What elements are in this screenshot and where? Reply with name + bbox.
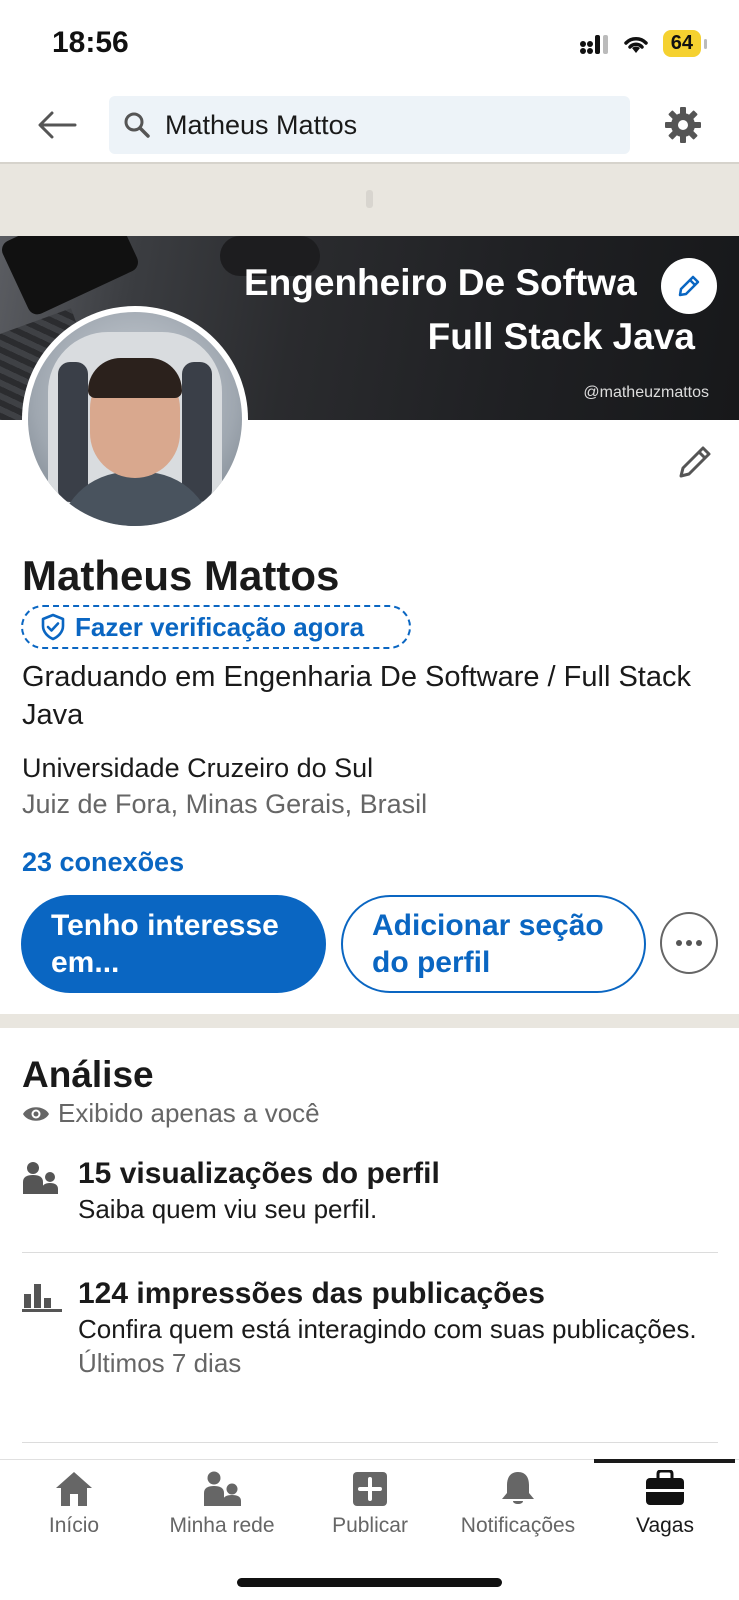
- profile-location: Juiz de Fora, Minas Gerais, Brasil: [22, 789, 428, 819]
- impressions-period: Últimos 7 dias: [78, 1348, 242, 1378]
- more-options-button[interactable]: [660, 912, 718, 974]
- verify-label: Fazer verificação agora: [75, 611, 365, 642]
- pencil-icon: [679, 446, 711, 478]
- profile-education: Universidade Cruzeiro do Sul: [22, 753, 374, 783]
- nav-item-network[interactable]: Minha rede: [148, 1470, 296, 1556]
- search-icon: [124, 112, 150, 138]
- pencil-icon: [678, 275, 700, 297]
- network-icon: [204, 1471, 241, 1506]
- analytics-item-impressions[interactable]: 124 impressões das publicações Confira q…: [22, 1276, 718, 1380]
- analytics-private-note: Exibido apenas a você: [22, 1098, 320, 1129]
- nav-item-jobs[interactable]: Vagas: [591, 1470, 739, 1556]
- cellular-signal-icon: [579, 34, 608, 54]
- eye-icon: [23, 1106, 49, 1121]
- home-indicator: [237, 1578, 502, 1587]
- status-time: 18:56: [52, 26, 129, 59]
- status-bar: 18:56 64: [0, 0, 739, 88]
- shield-check-icon: [41, 613, 65, 641]
- top-header: [0, 88, 739, 164]
- profile-views-title: 15 visualizações do perfil: [78, 1157, 440, 1190]
- nav-label: Início: [48, 1514, 100, 1537]
- people-icon: [23, 1162, 58, 1194]
- nav-label: Vagas: [636, 1514, 694, 1537]
- home-icon: [56, 1472, 92, 1506]
- gear-icon: [665, 107, 701, 143]
- battery-indicator: 64: [662, 30, 708, 57]
- nav-label: Notificações: [460, 1514, 576, 1537]
- add-profile-section-button[interactable]: Adicionar seção do perfil: [341, 895, 646, 993]
- section-divider: [0, 1014, 739, 1028]
- settings-button[interactable]: [661, 103, 705, 147]
- back-arrow-icon: [38, 111, 77, 139]
- search-box[interactable]: [109, 96, 630, 154]
- divider: [22, 1252, 718, 1253]
- impressions-title: 124 impressões das publicações: [78, 1277, 545, 1310]
- edit-banner-button[interactable]: [661, 258, 717, 314]
- profile-views-subtitle: Saiba quem viu seu perfil.: [78, 1194, 378, 1224]
- banner-title-line1: Engenheiro De Softwa: [244, 262, 637, 303]
- analytics-item-profile-views[interactable]: 15 visualizações do perfil Saiba quem vi…: [22, 1156, 718, 1226]
- nav-active-indicator: [594, 1459, 735, 1463]
- nav-label: Publicar: [332, 1514, 408, 1537]
- private-note-text: Exibido apenas a você: [58, 1098, 320, 1128]
- back-button[interactable]: [34, 102, 80, 148]
- more-dots-icon: [676, 940, 702, 946]
- impressions-subtitle: Confira quem está interagindo com suas p…: [78, 1314, 697, 1344]
- analytics-title: Análise: [22, 1054, 154, 1095]
- search-input[interactable]: [165, 109, 605, 141]
- nav-item-post[interactable]: Publicar: [296, 1470, 444, 1556]
- banner-title-line2: Full Stack Java: [427, 316, 695, 357]
- verify-now-button[interactable]: Fazer verificação agora: [21, 605, 411, 649]
- briefcase-icon: [646, 1470, 684, 1505]
- plus-icon: [353, 1472, 387, 1506]
- divider: [22, 1442, 718, 1443]
- profile-headline: Graduando em Engenharia De Software / Fu…: [22, 661, 691, 731]
- banner-handle: @matheuzmattos: [583, 384, 709, 401]
- profile-name: Matheus Mattos: [22, 552, 340, 599]
- edit-profile-button[interactable]: [673, 440, 717, 484]
- open-to-button[interactable]: Tenho interesse em...: [21, 895, 326, 993]
- bell-icon: [502, 1472, 534, 1504]
- connections-link[interactable]: 23 conexões: [22, 847, 184, 878]
- status-icons: 64: [579, 30, 708, 57]
- nav-item-notifications[interactable]: Notificações: [444, 1470, 592, 1556]
- bar-chart-icon: [22, 1284, 62, 1312]
- nav-item-home[interactable]: Início: [0, 1470, 148, 1556]
- wifi-icon: [624, 36, 648, 53]
- profile-avatar[interactable]: [22, 306, 248, 532]
- pull-area: [0, 164, 739, 236]
- nav-label: Minha rede: [169, 1514, 275, 1537]
